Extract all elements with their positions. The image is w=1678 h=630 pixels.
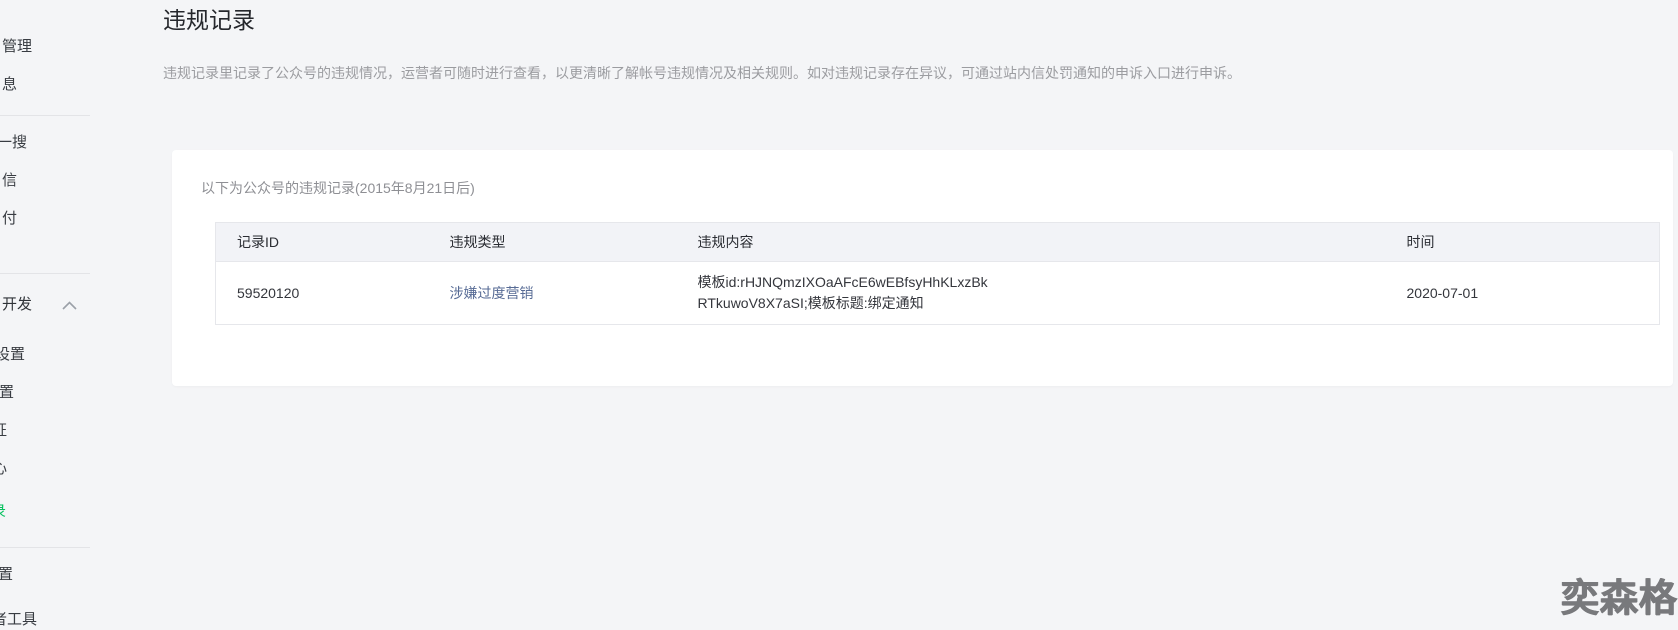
violation-records-table: 记录ID 违规类型 违规内容 时间 59520120 涉嫌过度营销 模板id:r… [215,222,1660,325]
sidebar-item-fu[interactable]: 付 [0,209,120,229]
sidebar-item-zhi2[interactable]: 置 [0,565,120,585]
column-header-time: 时间 [1385,222,1660,262]
column-header-record-id: 记录ID [215,222,429,262]
column-header-type: 违规类型 [428,222,677,262]
sidebar-item-xin[interactable]: 信 [0,171,120,191]
sidebar-divider [0,115,90,116]
sidebar: 管理 息 搜一搜 信 付 开发 设置 置 证 心 录 置 者工具 [0,0,90,628]
violation-type-link[interactable]: 涉嫌过度营销 [450,285,534,301]
violation-type-cell: 涉嫌过度营销 [428,261,677,325]
sidebar-divider [0,547,90,548]
page-description: 违规记录里记录了公众号的违规情况，运营者可随时进行查看，以更清晰了解帐号违规情况… [163,65,1241,81]
watermark: 奕森格 [1561,578,1678,620]
violation-content-line2: RTkuwoV8X7aSI;模板标题:绑定通知 [697,295,924,311]
violation-records-card: 以下为公众号的违规记录(2015年8月21日后) 记录ID 违规类型 违规内容 … [172,150,1673,386]
table-header-row: 记录ID 违规类型 违规内容 时间 [215,222,1660,262]
sidebar-item-gongju[interactable]: 者工具 [0,610,120,630]
sidebar-item-xi[interactable]: 息 [0,75,120,95]
sidebar-item-zheng[interactable]: 证 [0,421,120,441]
sidebar-item-guanli[interactable]: 管理 [0,37,120,57]
violation-content-line1: 模板id:rHJNQmzIXOaAFcE6wEBfsyHhKLxzBk [697,274,988,290]
sidebar-item-souyisou[interactable]: 搜一搜 [0,133,120,153]
chevron-up-icon[interactable] [61,300,78,311]
sidebar-item-zhi[interactable]: 置 [0,383,120,403]
sidebar-divider [0,273,90,274]
violation-content-cell: 模板id:rHJNQmzIXOaAFcE6wEBfsyHhKLxzBk RTku… [676,261,1386,325]
page-title: 违规记录 [163,7,255,33]
record-id-cell: 59520120 [215,261,429,325]
record-time-cell: 2020-07-01 [1385,261,1660,325]
sidebar-item-weigui-jilu-active[interactable]: 录 [0,502,120,522]
sidebar-group-kaifa[interactable]: 开发 [0,295,120,315]
sidebar-item-xin2[interactable]: 心 [0,459,120,479]
column-header-content: 违规内容 [676,222,1386,262]
records-intro-text: 以下为公众号的违规记录(2015年8月21日后) [201,180,475,196]
sidebar-item-shezhi[interactable]: 设置 [0,345,120,365]
table-row: 59520120 涉嫌过度营销 模板id:rHJNQmzIXOaAFcE6wEB… [215,261,1660,325]
